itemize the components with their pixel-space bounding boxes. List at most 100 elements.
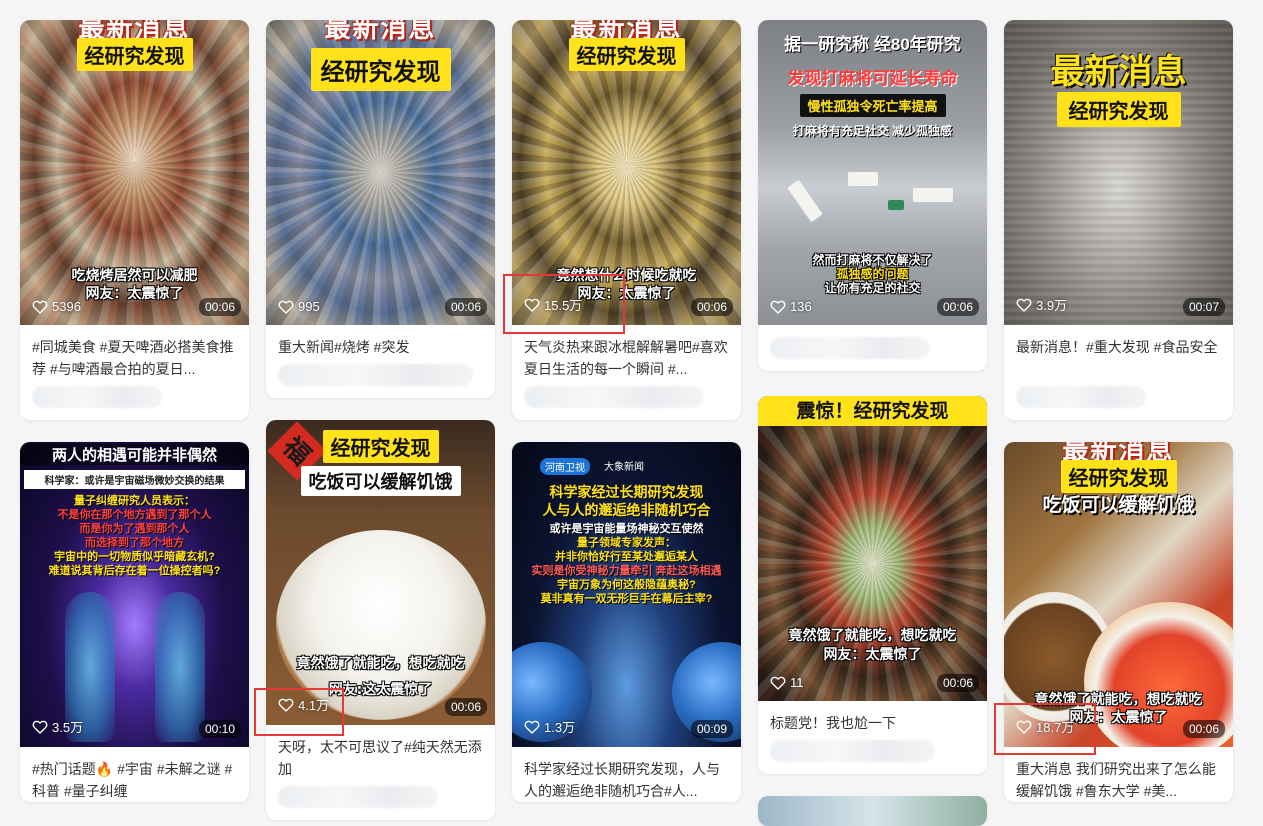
- video-card-2[interactable]: 最新消息 经研究发现 995 00:06 重大新闻#烧烤 #突发: [266, 20, 495, 398]
- video-card-11[interactable]: [758, 796, 987, 826]
- duration-badge: 00:06: [444, 298, 487, 316]
- heart-icon: [1016, 298, 1032, 312]
- video-thumbnail[interactable]: 最新消息 经研究发现 995 00:06: [266, 20, 495, 325]
- duration-badge: 00:07: [1182, 298, 1225, 316]
- video-description[interactable]: 天呀，太不可思议了#纯天然无添加: [266, 725, 495, 780]
- video-description[interactable]: 天气炎热来跟冰棍解解暑吧#喜欢夏日生活的每一个瞬间 #...: [512, 325, 741, 380]
- banner-title: 最新消息: [1062, 442, 1175, 466]
- video-description[interactable]: 重大新闻#烧烤 #突发: [266, 325, 495, 358]
- author-info-blurred[interactable]: [1016, 386, 1146, 408]
- caption-line-1: 竟然想什么时候吃就吃: [556, 268, 697, 284]
- video-description[interactable]: 科学家经过长期研究发现，人与人的邂逅绝非随机巧合#人...: [512, 747, 741, 802]
- author-info-blurred[interactable]: [770, 740, 935, 762]
- like-count-text: 3.9万: [1036, 298, 1068, 313]
- duration-badge: 00:06: [1182, 720, 1225, 738]
- channel-logo: 大象新闻: [604, 462, 644, 473]
- author-info-blurred[interactable]: [278, 364, 473, 386]
- video-card-9[interactable]: 震惊！经研究发现 竟然饿了就能吃，想吃就吃 网友：太震惊了 11 00:06 标…: [758, 396, 987, 774]
- like-count[interactable]: 3.9万: [1016, 295, 1067, 314]
- card-subtitle: 科学家：或许是宇宙磁场微妙交换的结果: [24, 470, 245, 489]
- like-count-text: 18.7万: [1036, 720, 1075, 735]
- duration-badge: 00:06: [690, 298, 733, 316]
- banner-subtitle: 经研究发现: [568, 38, 685, 71]
- banner-title: 最新消息: [1050, 52, 1187, 92]
- video-description[interactable]: 重大消息 我们研究出来了怎么能缓解饥饿 #鲁东大学 #美...: [1004, 747, 1233, 802]
- text-line-6: 难道说其背后存在着一位操控者吗?: [48, 565, 221, 577]
- banner-subtitle: 吃饭可以缓解饥饿: [300, 466, 461, 496]
- video-card-6[interactable]: 两人的相遇可能并非偶然 科学家：或许是宇宙磁场微妙交换的结果 量子纠缠研究人员表…: [20, 442, 249, 802]
- author-info-blurred[interactable]: [524, 386, 704, 408]
- video-card-1[interactable]: 最新消息 经研究发现 吃烧烤居然可以减肥 网友：太震惊了 5396 00:06 …: [20, 20, 249, 420]
- author-info-blurred[interactable]: [770, 337, 930, 359]
- like-count-text: 136: [790, 299, 812, 314]
- banner-title: 震惊！经研究发现: [758, 396, 987, 426]
- banner-subtitle: 经研究发现: [76, 38, 193, 71]
- like-count-text: 3.5万: [52, 720, 84, 735]
- author-info-blurred[interactable]: [32, 386, 162, 408]
- like-count-text: 15.5万: [544, 298, 583, 313]
- banner-subtitle: 经研究发现: [1056, 92, 1181, 127]
- video-description[interactable]: #热门话题🔥 #宇宙 #未解之谜 #科普 #量子纠缠: [20, 747, 249, 802]
- video-description[interactable]: 最新消息！#重大发现 #食品安全: [1004, 325, 1233, 380]
- like-count[interactable]: 18.7万: [1016, 717, 1074, 736]
- video-card-4[interactable]: 据一研究称 经80年研究 发现打麻将可延长寿命 慢性孤独令死亡率提高 打麻将有充…: [758, 20, 987, 371]
- like-count[interactable]: 11: [770, 675, 804, 690]
- video-card-7[interactable]: 福 经研究发现 吃饭可以缓解饥饿 竟然饿了就能吃，想吃就吃 网友:这太震惊了 4…: [266, 420, 495, 820]
- heart-icon: [770, 676, 786, 690]
- duration-badge: 00:09: [690, 720, 733, 738]
- like-count[interactable]: 4.1万: [278, 695, 329, 714]
- video-thumbnail[interactable]: 两人的相遇可能并非偶然 科学家：或许是宇宙磁场微妙交换的结果 量子纠缠研究人员表…: [20, 442, 249, 747]
- like-count[interactable]: 3.5万: [32, 717, 83, 736]
- like-count-text: 1.3万: [544, 720, 576, 735]
- video-card-5[interactable]: 最新消息 经研究发现 3.9万 00:07 最新消息！#重大发现 #食品安全: [1004, 20, 1233, 420]
- like-count-text: 995: [298, 299, 320, 314]
- banner-title: 经研究发现: [322, 430, 439, 463]
- headline-line-3: 慢性孤独令死亡率提高: [799, 94, 946, 117]
- video-thumbnail[interactable]: 最新消息 经研究发现 竟然想什么时候吃就吃 网友：太震惊了 15.5万 00:0…: [512, 20, 741, 325]
- headline-line-1: 据一研究称 经80年研究: [784, 35, 961, 54]
- video-card-10[interactable]: 最新消息 经研究发现 吃饭可以缓解饥饿 竟然饿了就能吃，想吃就吃 网友：太震惊了…: [1004, 442, 1233, 802]
- heart-icon: [32, 720, 48, 734]
- heart-icon: [1016, 720, 1032, 734]
- video-thumbnail[interactable]: 最新消息 经研究发现 吃饭可以缓解饥饿 竟然饿了就能吃，想吃就吃 网友：太震惊了…: [1004, 442, 1233, 747]
- like-count-text: 4.1万: [298, 698, 330, 713]
- caption-line-3: 让你有充足的社交: [824, 281, 921, 295]
- video-thumbnail[interactable]: 河南卫视 大象新闻 科学家经过长期研究发现 人与人的邂逅绝非随机巧合 或许是宇宙…: [512, 442, 741, 747]
- text-line-6: 莫非真有一双无形巨手在幕后主宰?: [540, 593, 713, 605]
- video-card-3[interactable]: 最新消息 经研究发现 竟然想什么时候吃就吃 网友：太震惊了 15.5万 00:0…: [512, 20, 741, 420]
- heart-icon: [32, 300, 48, 314]
- like-count-text: 5396: [52, 299, 81, 314]
- video-thumbnail[interactable]: 最新消息 经研究发现 3.9万 00:07: [1004, 20, 1233, 325]
- duration-badge: 00:06: [936, 674, 979, 692]
- like-count[interactable]: 1.3万: [524, 717, 575, 736]
- heart-icon: [770, 300, 786, 314]
- banner-subtitle: 经研究发现: [310, 48, 451, 91]
- like-count[interactable]: 15.5万: [524, 295, 582, 314]
- like-count-text: 11: [790, 675, 804, 690]
- title-line-2: 人与人的邂逅绝非随机巧合: [542, 502, 711, 518]
- like-count[interactable]: 995: [278, 299, 320, 314]
- video-description[interactable]: #同城美食 #夏天啤酒必搭美食推荐 #与啤酒最合拍的夏日...: [20, 325, 249, 380]
- like-count[interactable]: 136: [770, 299, 812, 314]
- channel-logo: 河南卫视: [540, 458, 590, 475]
- banner-caption: 吃饭可以缓解饥饿: [1042, 494, 1195, 516]
- video-description[interactable]: 标题党！我也尬一下: [758, 701, 987, 734]
- duration-badge: 00:06: [936, 298, 979, 316]
- video-thumbnail[interactable]: 据一研究称 经80年研究 发现打麻将可延长寿命 慢性孤独令死亡率提高 打麻将有充…: [758, 20, 987, 325]
- author-info-blurred[interactable]: [278, 786, 438, 808]
- card-title: 两人的相遇可能并非偶然: [20, 444, 249, 465]
- video-thumbnail[interactable]: 震惊！经研究发现 竟然饿了就能吃，想吃就吃 网友：太震惊了 11 00:06: [758, 396, 987, 701]
- banner-title: 最新消息: [570, 20, 683, 44]
- banner-title: 最新消息: [324, 20, 437, 44]
- like-count[interactable]: 5396: [32, 299, 81, 314]
- duration-badge: 00:06: [198, 298, 241, 316]
- video-card-8[interactable]: 河南卫视 大象新闻 科学家经过长期研究发现 人与人的邂逅绝非随机巧合 或许是宇宙…: [512, 442, 741, 802]
- duration-badge: 00:10: [198, 720, 241, 738]
- heart-icon: [524, 298, 540, 312]
- caption-line-1: 吃烧烤居然可以减肥: [71, 268, 198, 284]
- heart-icon: [278, 698, 294, 712]
- video-thumbnail[interactable]: 福 经研究发现 吃饭可以缓解饥饿 竟然饿了就能吃，想吃就吃 网友:这太震惊了 4…: [266, 420, 495, 725]
- title-line-1: 科学家经过长期研究发现: [549, 484, 704, 500]
- video-thumbnail[interactable]: 最新消息 经研究发现 吃烧烤居然可以减肥 网友：太震惊了 5396 00:06: [20, 20, 249, 325]
- duration-badge: 00:06: [444, 698, 487, 716]
